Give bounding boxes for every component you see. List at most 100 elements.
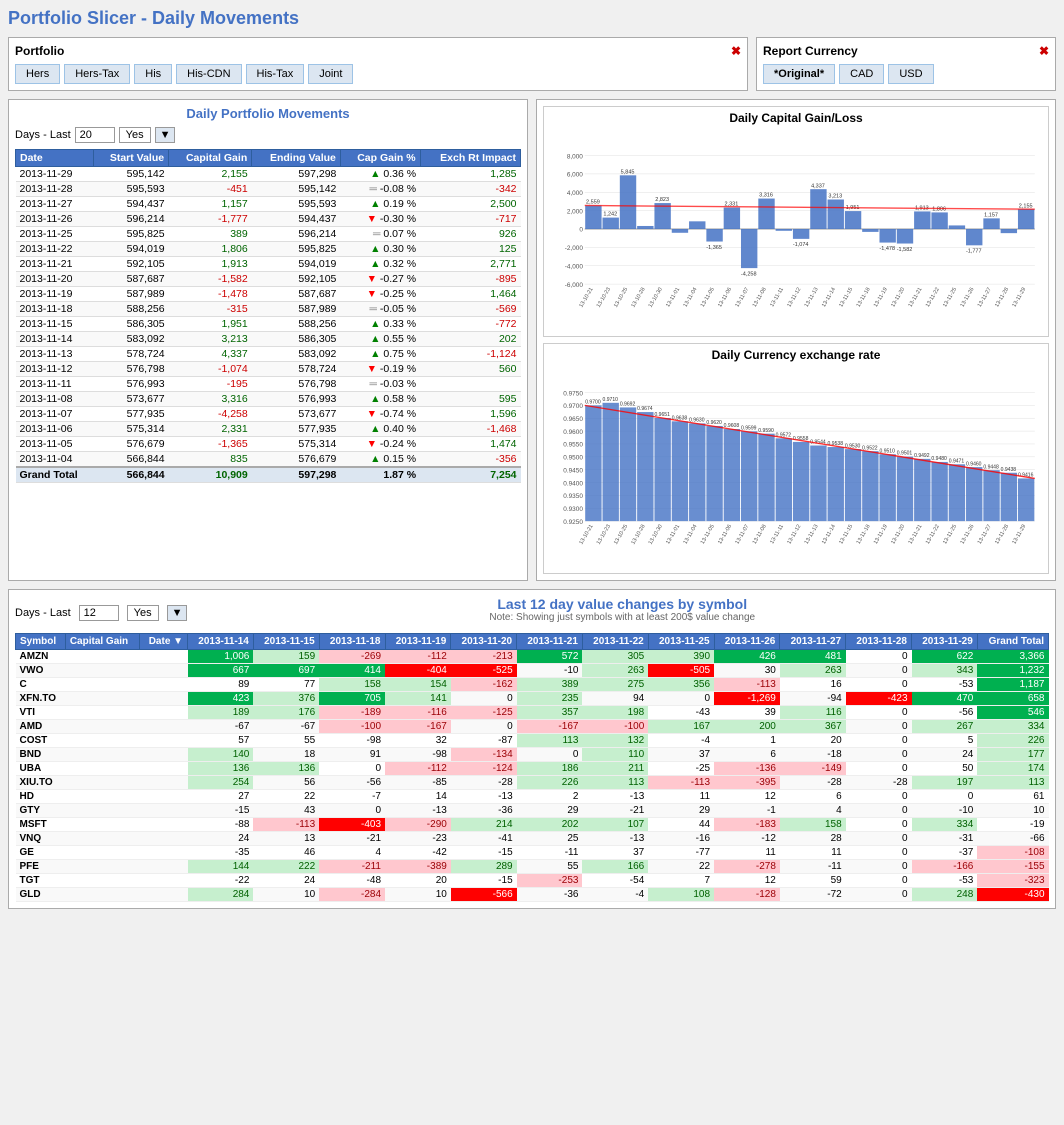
- cell-exch: -895: [420, 272, 520, 287]
- svg-text:13-11-27: 13-11-27: [977, 287, 993, 309]
- cell-val: 167: [648, 720, 714, 734]
- svg-text:3,213: 3,213: [828, 194, 842, 200]
- cell-val: 0: [846, 874, 912, 888]
- cell-symbol: VTI: [16, 706, 66, 720]
- cell-val: 2: [517, 790, 583, 804]
- cell-val: -189: [319, 706, 385, 720]
- cell-val: -21: [319, 832, 385, 846]
- svg-text:13-11-07: 13-11-07: [734, 287, 750, 309]
- portfolio-tag[interactable]: Joint: [308, 64, 353, 84]
- cell-val: -19: [977, 818, 1048, 832]
- cell-gain: -1,582: [169, 272, 252, 287]
- cell-date-val: [140, 720, 188, 734]
- cell-gain: -1,365: [169, 437, 252, 452]
- svg-text:4,000: 4,000: [567, 190, 583, 197]
- sym-col-1127: 2013-11-27: [780, 634, 846, 650]
- svg-text:13-10-25: 13-10-25: [613, 524, 629, 546]
- cell-val: 0: [846, 664, 912, 678]
- cell-val: -213: [451, 650, 517, 664]
- symbol-filter-dropdown[interactable]: ▼: [167, 605, 188, 621]
- cell-val: 1: [714, 734, 780, 748]
- cell-val: 390: [648, 650, 714, 664]
- symbol-yes-button[interactable]: Yes: [127, 605, 159, 621]
- svg-text:13-11-08: 13-11-08: [752, 524, 768, 546]
- cell-date: 2013-11-15: [16, 317, 94, 332]
- svg-text:13-11-13: 13-11-13: [804, 287, 820, 309]
- cell-val: -53: [912, 678, 978, 692]
- sym-col-total: Grand Total: [977, 634, 1048, 650]
- currency-icon[interactable]: ✖: [1039, 44, 1049, 58]
- portfolio-tag[interactable]: Hers: [15, 64, 60, 84]
- list-item: GLD28410-28410-566-36-4108-128-720248-43…: [16, 888, 1049, 902]
- portfolio-tag[interactable]: Hers-Tax: [64, 64, 130, 84]
- cell-val: 0: [846, 762, 912, 776]
- cell-val: -48: [319, 874, 385, 888]
- svg-text:2,823: 2,823: [655, 197, 669, 203]
- svg-text:13-11-11: 13-11-11: [769, 287, 785, 308]
- cell-val: 174: [977, 762, 1048, 776]
- cell-val: -11: [780, 860, 846, 874]
- cell-pct: ▲ 0.75 %: [340, 347, 420, 362]
- cell-val: 3,366: [977, 650, 1048, 664]
- cell-exch: 125: [420, 242, 520, 257]
- portfolio-icon[interactable]: ✖: [731, 44, 741, 58]
- list-item: AMZN1,006159-269-112-2135723053904264810…: [16, 650, 1049, 664]
- daily-movements-panel: Daily Portfolio Movements Days - Last Ye…: [8, 99, 528, 581]
- portfolio-tag[interactable]: His-Tax: [246, 64, 305, 84]
- list-item: MSFT-88-113-403-29021420210744-183158033…: [16, 818, 1049, 832]
- svg-text:13-11-05: 13-11-05: [700, 524, 716, 546]
- cell-date: 2013-11-07: [16, 407, 94, 422]
- cell-val: 113: [977, 776, 1048, 790]
- cell-ending: 596,214: [252, 227, 341, 242]
- cell-ending: 594,437: [252, 212, 341, 227]
- list-item: TGT-2224-4820-15-253-54712590-53-323: [16, 874, 1049, 888]
- cell-val: 46: [253, 846, 319, 860]
- table-row: 2013-11-19 587,989 -1,478 587,687 ▼ -0.2…: [16, 287, 521, 302]
- svg-text:13-10-25: 13-10-25: [613, 287, 629, 309]
- svg-text:13-10-30: 13-10-30: [648, 524, 664, 546]
- list-item: UBA1361360-112-124186211-25-136-14905017…: [16, 762, 1049, 776]
- cell-date: 2013-11-05: [16, 437, 94, 452]
- cell-val: -167: [385, 720, 451, 734]
- cell-val: -112: [385, 762, 451, 776]
- svg-text:0: 0: [579, 227, 583, 234]
- symbol-days-input[interactable]: [79, 605, 119, 621]
- portfolio-tag[interactable]: His: [134, 64, 172, 84]
- svg-text:13-11-20: 13-11-20: [890, 524, 906, 546]
- cell-symbol: C: [16, 678, 66, 692]
- cell-val: -505: [648, 664, 714, 678]
- table-row: 2013-11-20 587,687 -1,582 592,105 ▼ -0.2…: [16, 272, 521, 287]
- cell-exch: 1,285: [420, 167, 520, 182]
- cell-capgain-header: [65, 748, 139, 762]
- list-item: VNQ2413-21-23-4125-13-16-12280-31-66: [16, 832, 1049, 846]
- cell-val: 159: [253, 650, 319, 664]
- portfolio-tag[interactable]: His-CDN: [176, 64, 241, 84]
- cell-pct: ═ -0.03 %: [340, 377, 420, 392]
- cell-val: -1,269: [714, 692, 780, 706]
- cell-val: -72: [780, 888, 846, 902]
- cell-val: 1,232: [977, 664, 1048, 678]
- svg-text:13-11-29: 13-11-29: [1011, 524, 1027, 546]
- cell-ending: 573,677: [252, 407, 341, 422]
- cell-exch: -717: [420, 212, 520, 227]
- svg-text:13-11-28: 13-11-28: [994, 524, 1010, 546]
- cell-start: 594,019: [94, 242, 169, 257]
- svg-text:1,157: 1,157: [984, 213, 998, 219]
- currency-tag[interactable]: *Original*: [763, 64, 835, 84]
- col-start: Start Value: [94, 150, 169, 167]
- cell-capgain-header: [65, 804, 139, 818]
- filter-dropdown[interactable]: ▼: [155, 127, 176, 143]
- cell-val: 39: [714, 706, 780, 720]
- cell-val: 4: [780, 804, 846, 818]
- yes-button[interactable]: Yes: [119, 127, 151, 143]
- sym-col-date: Date ▼: [140, 634, 188, 650]
- days-input[interactable]: [75, 127, 115, 143]
- cell-val: -22: [188, 874, 254, 888]
- currency-tag[interactable]: CAD: [839, 64, 884, 84]
- cell-val: 426: [714, 650, 780, 664]
- currency-tag[interactable]: USD: [888, 64, 933, 84]
- cell-val: -18: [780, 748, 846, 762]
- cell-val: 50: [912, 762, 978, 776]
- cell-val: 18: [253, 748, 319, 762]
- cell-date-val: [140, 818, 188, 832]
